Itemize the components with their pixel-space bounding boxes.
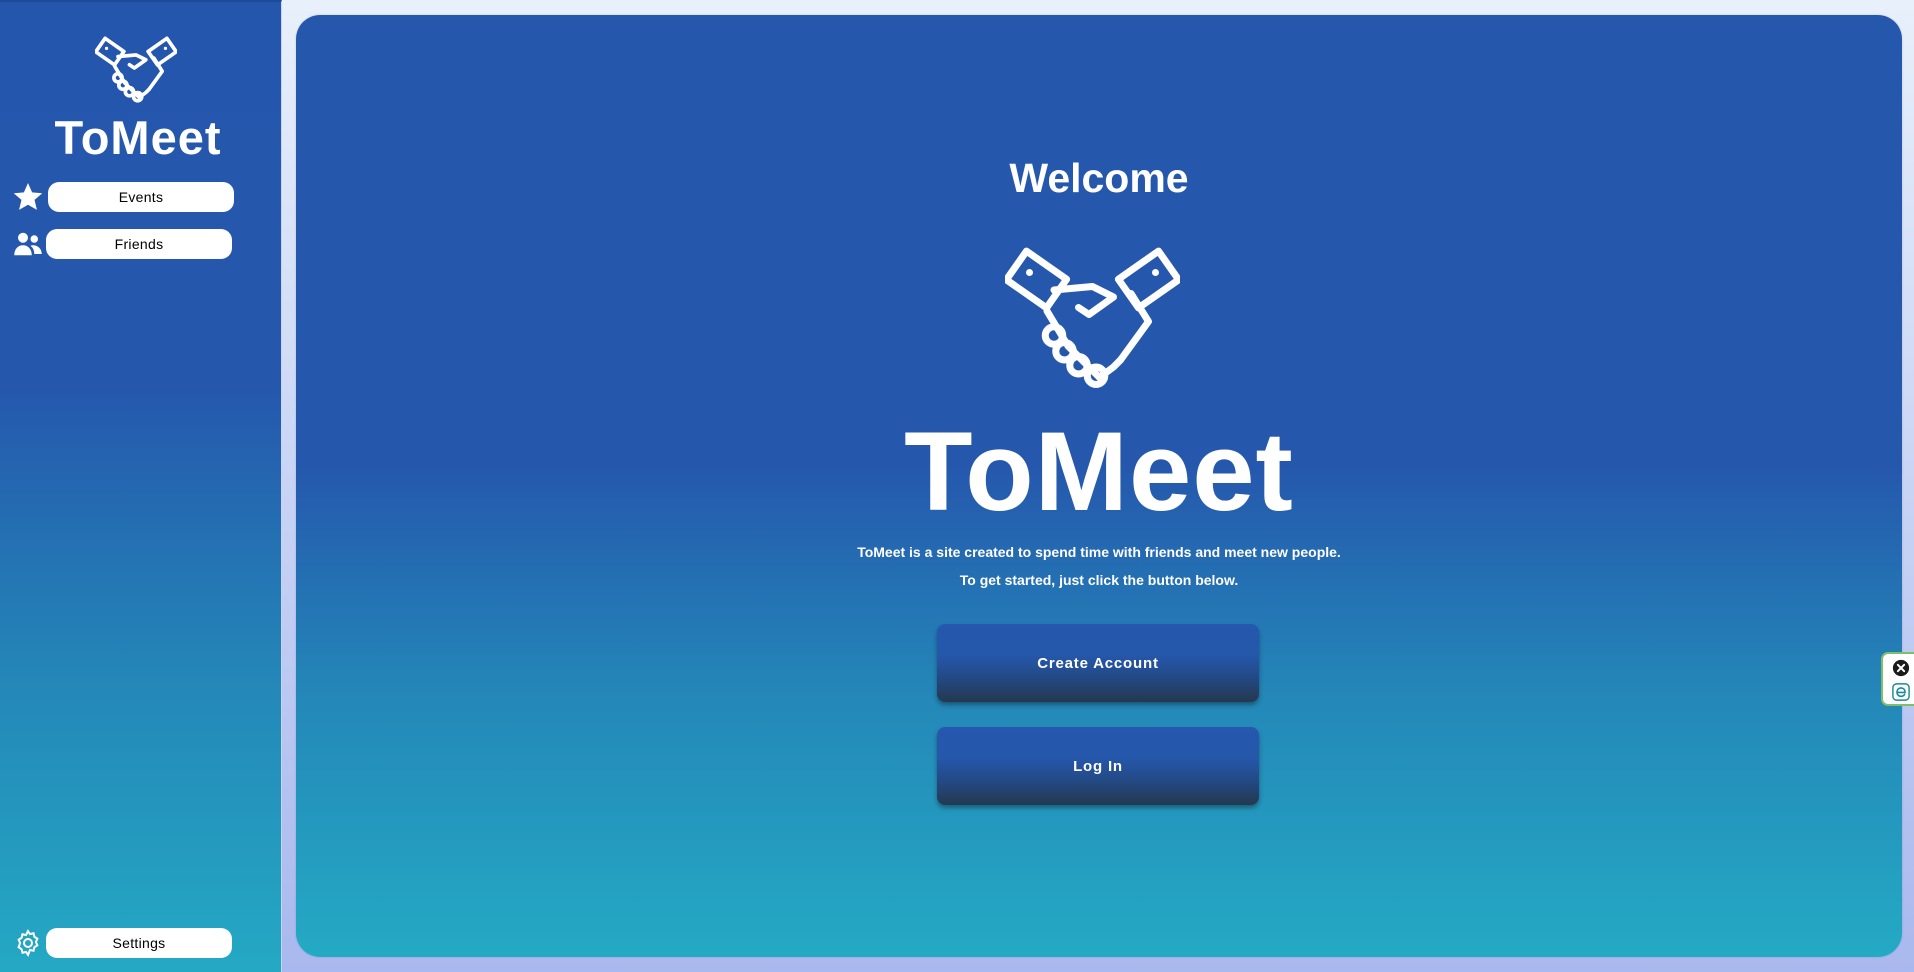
close-circle-icon[interactable] [1892,659,1910,677]
handshake-icon [95,36,177,103]
nav-row-events: Events [10,181,234,213]
users-icon [10,228,46,260]
star-icon [10,181,46,213]
handshake-icon [1005,247,1180,388]
nav-row-settings: Settings [10,927,234,959]
settings-button[interactable]: Settings [46,928,232,958]
sidebar-item-friends[interactable]: Friends [46,229,232,259]
nav-row-friends: Friends [10,228,234,260]
sidebar-item-events[interactable]: Events [48,182,234,212]
main-panel: Welcome ToMeet ToMeet is a site created … [296,15,1902,957]
main-title: ToMeet [904,409,1294,534]
description-line-2: To get started, just click the button be… [959,572,1239,588]
e-icon[interactable] [1892,683,1910,701]
sidebar: ToMeet Events Friends Settings [0,0,282,972]
create-account-button[interactable]: Create Account [937,624,1259,702]
description-line-1: ToMeet is a site created to spend time w… [857,544,1341,560]
gear-icon [10,927,46,959]
welcome-heading: Welcome [1009,155,1189,201]
log-in-button[interactable]: Log In [937,727,1259,805]
extension-widget [1881,652,1914,706]
sidebar-title: ToMeet [54,111,222,164]
